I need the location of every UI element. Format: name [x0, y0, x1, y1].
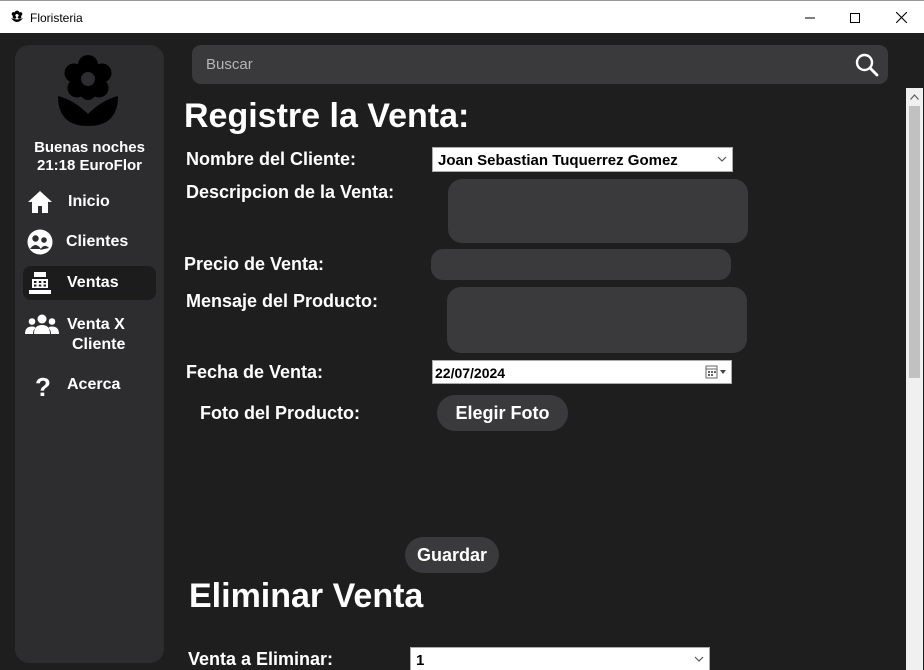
clients-icon	[27, 229, 53, 255]
sidebar-item-venta-x-cliente[interactable]: Venta X Cliente	[23, 312, 156, 360]
clock-text: 21:18 EuroFlor	[36, 157, 143, 174]
sidebar-item-ventas[interactable]: Ventas	[23, 266, 156, 300]
sidebar-item-label: Acerca	[67, 376, 121, 393]
save-button[interactable]: Guardar	[405, 537, 499, 573]
minimize-button[interactable]	[787, 1, 833, 34]
sidebar-item-label: Venta X	[67, 316, 125, 333]
sidebar-item-clientes[interactable]: Clientes	[23, 225, 156, 259]
date-picker[interactable]: 22/07/2024	[432, 360, 732, 384]
scroll-up-button[interactable]	[906, 88, 923, 105]
photo-label: Foto del Producto:	[200, 403, 360, 423]
choose-photo-button[interactable]: Elegir Foto	[437, 395, 568, 431]
sidebar-item-label-line2: Cliente	[72, 336, 126, 353]
search-input[interactable]	[192, 45, 842, 84]
question-icon: ?	[35, 373, 51, 399]
search-icon[interactable]	[855, 53, 879, 77]
app-window: Buenas noches 21:18 EuroFlor Inicio Clie…	[0, 33, 924, 670]
price-input[interactable]	[431, 249, 731, 280]
client-select[interactable]: Joan Sebastian Tuquerrez Gomez	[432, 147, 733, 172]
chevron-down-icon	[694, 656, 704, 662]
title-bar: Floristeria	[0, 0, 924, 33]
client-select-value: Joan Sebastian Tuquerrez Gomez	[438, 152, 678, 169]
flower-logo-icon	[58, 55, 118, 126]
chevron-down-icon	[717, 156, 727, 162]
chevron-up-icon	[910, 93, 919, 100]
date-value: 22/07/2024	[435, 365, 506, 381]
register-sale-title: Registre la Venta:	[184, 97, 470, 135]
scrollbar-thumb[interactable]	[909, 106, 920, 378]
sidebar-item-label: Inicio	[68, 193, 110, 210]
maximize-icon	[850, 12, 860, 23]
description-input[interactable]	[448, 179, 748, 243]
minimize-icon	[805, 17, 815, 18]
price-label: Precio de Venta:	[184, 254, 325, 274]
delete-sale-value: 1	[416, 652, 425, 669]
flower-app-icon	[11, 10, 23, 22]
sidebar-item-acerca[interactable]: ? Acerca	[23, 368, 156, 402]
greeting-text: Buenas noches	[34, 139, 145, 156]
close-button[interactable]	[878, 1, 924, 34]
delete-sale-label: Venta a Eliminar:	[188, 649, 334, 669]
message-input[interactable]	[447, 287, 747, 353]
vertical-scrollbar[interactable]	[906, 88, 923, 670]
sidebar-item-label: Clientes	[66, 233, 129, 250]
sidebar-item-inicio[interactable]: Inicio	[23, 185, 156, 219]
home-icon	[28, 191, 52, 213]
delete-sale-title: Eliminar Venta	[189, 577, 424, 615]
close-icon	[895, 12, 907, 23]
description-label: Descripcion de la Venta:	[186, 182, 395, 202]
svg-text:?: ?	[35, 373, 51, 399]
client-name-label: Nombre del Cliente:	[186, 149, 357, 169]
sidebar: Buenas noches 21:18 EuroFlor Inicio Clie…	[15, 45, 164, 663]
greeting: Buenas noches 21:18 EuroFlor	[15, 139, 164, 175]
cash-register-icon	[29, 272, 51, 294]
calendar-icon[interactable]	[705, 365, 729, 379]
sidebar-item-label: Ventas	[67, 274, 119, 291]
date-label: Fecha de Venta:	[186, 362, 324, 382]
people-icon	[25, 314, 59, 334]
delete-sale-select[interactable]: 1	[410, 647, 710, 670]
search-bar	[192, 45, 888, 84]
maximize-button[interactable]	[832, 1, 878, 34]
window-title: Floristeria	[30, 11, 83, 25]
message-label: Mensaje del Producto:	[186, 291, 379, 311]
